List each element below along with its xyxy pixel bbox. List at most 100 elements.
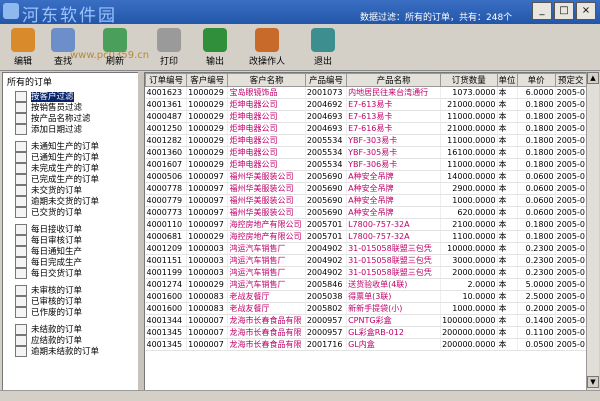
tree-item[interactable]: 未审核的订单 bbox=[3, 284, 139, 296]
minimize-button[interactable]: _ bbox=[532, 2, 552, 20]
table-cell: 2005-0 bbox=[555, 170, 587, 183]
table-cell: 2005-0 bbox=[555, 326, 587, 339]
tree-item[interactable]: 按销售员过滤 bbox=[3, 101, 139, 113]
toolbar-button[interactable]: 刷新 bbox=[96, 28, 134, 67]
table-row[interactable]: 4001345 1000007 龙海市长春食品有限 2001716 GL内盒 200000… bbox=[145, 338, 587, 351]
column-header[interactable]: 单价 bbox=[516, 73, 556, 87]
table-cell: CPNTG彩盒 bbox=[346, 314, 442, 327]
table-cell: 本 bbox=[497, 134, 518, 147]
tree-item[interactable]: 已通知生产的订单 bbox=[3, 151, 139, 163]
column-header[interactable]: 订单编号 bbox=[145, 73, 188, 87]
table-cell: 6.0000 bbox=[517, 86, 556, 99]
scroll-down-button[interactable]: ▼ bbox=[587, 376, 599, 388]
table-cell: 本 bbox=[497, 218, 518, 231]
close-button[interactable]: × bbox=[576, 2, 596, 20]
table-cell: 2004902 bbox=[305, 266, 348, 279]
table-row[interactable]: 4001282 1000029 炬坤电器公司 2005534 YBF-303易卡 1100… bbox=[145, 134, 587, 147]
exit-icon bbox=[311, 28, 335, 52]
table-cell: 新新手提袋(小) bbox=[346, 302, 442, 315]
tree-item[interactable]: 按客户过滤 bbox=[3, 90, 139, 102]
toolbar-button[interactable]: 编辑 bbox=[4, 28, 42, 67]
table-cell: 鸿运汽车销售厂 bbox=[227, 266, 306, 279]
tree-item[interactable]: 每日接收订单 bbox=[3, 223, 139, 235]
table-cell: 本 bbox=[497, 302, 518, 315]
toolbar-button-label: 输出 bbox=[205, 57, 224, 67]
table-row[interactable]: 4000506 1000097 福州华美服装公司 2005690 A种安全吊牌 14000… bbox=[145, 170, 587, 183]
tree-root[interactable]: 所有的订单 bbox=[3, 73, 139, 90]
table-cell: 1000003 bbox=[186, 266, 229, 279]
grid-scrollbar[interactable]: ▲ ▼ bbox=[586, 72, 599, 390]
table-row[interactable]: 4000778 1000097 福州华美服装公司 2005690 A种安全吊牌 2900.… bbox=[145, 182, 587, 195]
column-header[interactable]: 客户编号 bbox=[186, 73, 229, 87]
table-cell: 本 bbox=[497, 158, 518, 171]
tree-item[interactable]: 未完成生产的订单 bbox=[3, 162, 139, 174]
column-header[interactable]: 单位 bbox=[496, 73, 518, 87]
table-cell: 海控房地产有限公司 bbox=[227, 218, 306, 231]
table-cell: L7800-757-32A bbox=[346, 218, 442, 231]
table-row[interactable]: 4000110 1000097 海控房地产有限公司 2005701 L7800-757-… bbox=[145, 218, 587, 231]
column-header[interactable]: 预定交 bbox=[554, 73, 587, 87]
toolbar-button[interactable]: 查找 bbox=[44, 28, 82, 67]
column-header[interactable]: 客户名称 bbox=[227, 73, 306, 87]
tree-item[interactable]: 逾期未结款的订单 bbox=[3, 345, 139, 357]
table-cell: 2005-0 bbox=[555, 98, 587, 111]
table-cell: 本 bbox=[497, 182, 518, 195]
tree-item[interactable]: 已作废的订单 bbox=[3, 306, 139, 318]
tree-item[interactable]: 每日审核订单 bbox=[3, 234, 139, 246]
toolbar-button[interactable]: 改操作人 bbox=[248, 28, 286, 67]
table-row[interactable]: 4001209 1000003 鸿运汽车销售厂 2004902 31-015058联盟三… bbox=[145, 242, 587, 255]
tree-item[interactable]: 已完成生产的订单 bbox=[3, 173, 139, 185]
table-row[interactable]: 4001623 1000029 宝岛眼镜饰品 2001073 内地居民往来台湾通行 107… bbox=[145, 86, 587, 99]
table-row[interactable]: 4001360 1000029 炬坤电器公司 2005534 YBF-305易卡 1610… bbox=[145, 146, 587, 159]
tree-item-label: 添加日期过滤 bbox=[31, 125, 83, 135]
tree-item[interactable]: 已审核的订单 bbox=[3, 295, 139, 307]
table-cell: 0.1100 bbox=[517, 326, 556, 339]
table-row[interactable]: 4001600 1000083 老战友餐厅 2005802 新新手提袋(小) 1000.0… bbox=[145, 302, 587, 315]
table-row[interactable]: 4001250 1000029 炬坤电器公司 2004693 E7-616易卡 21000… bbox=[145, 122, 587, 135]
table-row[interactable]: 4000487 1000029 炬坤电器公司 2004693 E7-613易卡 11000… bbox=[145, 110, 587, 123]
tree-item[interactable]: 添加日期过滤 bbox=[3, 123, 139, 135]
filter-tree[interactable]: 所有的订单 按客户过滤 按销售员过滤 按产品名称过滤 添加日期过滤未通知生产的订单 已通… bbox=[2, 72, 140, 392]
tree-item[interactable]: 未结款的订单 bbox=[3, 323, 139, 335]
table-row[interactable]: 4001345 1000007 龙海市长春食品有限 2000957 GL彩盒RB-012… bbox=[145, 326, 587, 339]
tree-item[interactable]: 应结款的订单 bbox=[3, 334, 139, 346]
table-cell: 4000110 bbox=[145, 218, 188, 231]
table-row[interactable]: 4001600 1000083 老战友餐厅 2005038 得票单(3联) 10.0000… bbox=[145, 290, 587, 303]
table-cell: 0.1800 bbox=[517, 230, 556, 243]
table-cell: 2005038 bbox=[305, 290, 348, 303]
column-header[interactable]: 订货数量 bbox=[440, 73, 498, 87]
maximize-button[interactable]: □ bbox=[554, 2, 574, 20]
column-header[interactable]: 产品名称 bbox=[346, 73, 442, 87]
tree-item[interactable]: 未通知生产的订单 bbox=[3, 140, 139, 152]
table-cell: 0.1800 bbox=[517, 110, 556, 123]
toolbar-button[interactable]: 输出 bbox=[196, 28, 234, 67]
table-row[interactable]: 4001151 1000003 鸿运汽车销售厂 2004902 31-015058联盟三… bbox=[145, 254, 587, 267]
table-row[interactable]: 4001361 1000029 炬坤电器公司 2004692 E7-613易卡 21000… bbox=[145, 98, 587, 111]
table-cell: 福州华美服装公司 bbox=[227, 182, 306, 195]
scroll-up-button[interactable]: ▲ bbox=[587, 72, 599, 84]
table-cell: 2001073 bbox=[305, 86, 348, 99]
table-cell: 2005-0 bbox=[555, 314, 587, 327]
logo-text: 河东软件园 bbox=[22, 6, 117, 26]
toolbar-button[interactable]: 退出 bbox=[304, 28, 342, 67]
tree-item[interactable]: 逾期未交货的订单 bbox=[3, 195, 139, 207]
tree-item[interactable]: 按产品名称过滤 bbox=[3, 112, 139, 124]
tree-item[interactable]: 已交货的订单 bbox=[3, 206, 139, 218]
table-row[interactable]: 4001344 1000007 龙海市长春食品有限 2000957 CPNTG彩盒 100… bbox=[145, 314, 587, 327]
table-cell: 福州华美服装公司 bbox=[227, 170, 306, 183]
table-row[interactable]: 4000773 1000097 福州华美服装公司 2005690 A种安全吊牌 620.0… bbox=[145, 206, 587, 219]
table-row[interactable]: 4000779 1000097 福州华美服装公司 2005690 A种安全吊牌 1000.… bbox=[145, 194, 587, 207]
column-header[interactable]: 产品编号 bbox=[304, 73, 348, 87]
table-cell: 2005701 bbox=[305, 230, 348, 243]
table-cell: 0.2300 bbox=[517, 242, 556, 255]
table-row[interactable]: 4001607 1000029 炬坤电器公司 2005534 YBF-306易卡 1100… bbox=[145, 158, 587, 171]
tree-item[interactable]: 每日交货订单 bbox=[3, 267, 139, 279]
table-cell: L7800-757-32A bbox=[346, 230, 442, 243]
tree-item[interactable]: 每日通知生产 bbox=[3, 245, 139, 257]
toolbar-button[interactable]: 打印 bbox=[150, 28, 188, 67]
table-row[interactable]: 4000681 1000029 海控房地产有限公司 2005701 L7800-757-… bbox=[145, 230, 587, 243]
table-row[interactable]: 4001199 1000003 鸿运汽车销售厂 2004902 31-015058联盟三… bbox=[145, 266, 587, 279]
table-row[interactable]: 4001274 1000029 鸿运汽车销售厂 2005846 送货验收单(4联) 2.0… bbox=[145, 278, 587, 291]
tree-item[interactable]: 每日完成生产 bbox=[3, 256, 139, 268]
tree-item[interactable]: 未交货的订单 bbox=[3, 184, 139, 196]
